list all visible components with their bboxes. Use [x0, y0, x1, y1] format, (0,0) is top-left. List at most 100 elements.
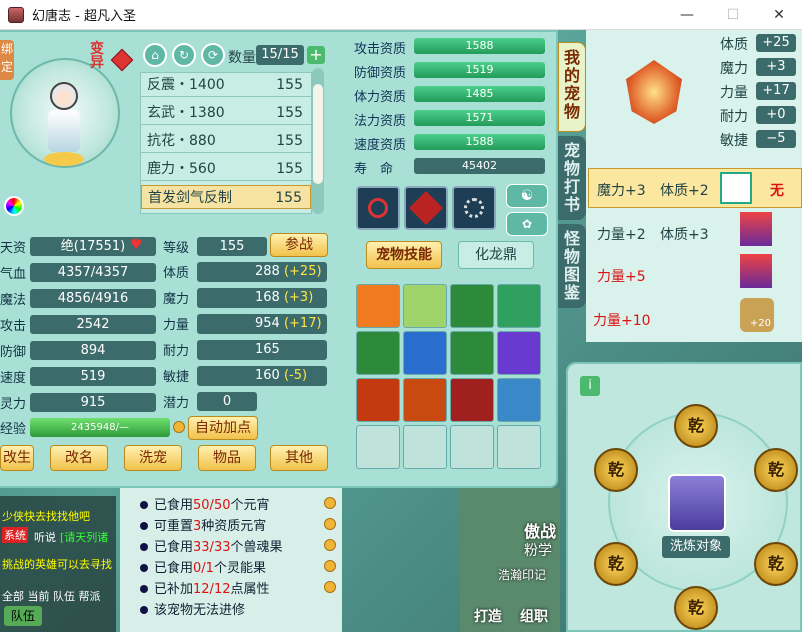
quality-defense: 防御资质 1519 — [354, 62, 546, 81]
pet-list: 反震・1400 155 玄武・1380 155 抗花・880 155 鹿力・560 15… — [140, 72, 312, 214]
chat-team-tab[interactable]: 队伍 — [4, 606, 42, 626]
tab-my-pet[interactable]: 我的宠物 — [558, 42, 586, 132]
wash-pet-button[interactable]: 洗宠 — [124, 445, 182, 471]
info-icon[interactable]: i — [580, 376, 600, 396]
tab-monster-guide[interactable]: 怪物图鉴 — [558, 224, 586, 308]
cycle-icon[interactable]: ⟳ — [201, 43, 225, 67]
quality-mana: 法力资质 1571 — [354, 110, 546, 129]
minimize-button[interactable]: — — [664, 0, 710, 30]
wash-stat-row: 耐力 +0 — [716, 106, 802, 126]
attr-qianli: 潜力 0 — [163, 392, 273, 412]
empty-skill-slot[interactable] — [356, 425, 400, 469]
attr-tizhi: 体质 288 (+25) — [163, 262, 333, 282]
other-button[interactable]: 其他 — [270, 445, 328, 471]
quality-hp: 体力资质 1485 — [354, 86, 546, 105]
skill-slot[interactable] — [497, 331, 541, 375]
skill-slot[interactable] — [356, 284, 400, 328]
rebirth-button[interactable]: 改生 — [0, 445, 34, 471]
scene-text: 傲战 — [524, 522, 557, 541]
coin-icon — [173, 421, 185, 433]
add-qty-button[interactable]: + — [307, 46, 325, 64]
pet-character-image — [40, 80, 88, 174]
list-item[interactable]: 反震・1400 155 — [141, 73, 311, 97]
tab-pet-skills[interactable]: 宠物技能 — [366, 241, 442, 269]
attr-moli: 魔力 168 (+3) — [163, 288, 333, 308]
skill-slot[interactable] — [497, 378, 541, 422]
equip-slot-chain[interactable] — [452, 186, 496, 230]
maximize-button[interactable]: ☐ — [710, 0, 756, 30]
wash-target-label: 洗炼对象 — [662, 536, 730, 558]
stat-sudu: 速度 519 — [0, 367, 160, 387]
slot-left-bottom[interactable]: 乾 — [594, 542, 638, 586]
skill-slot[interactable] — [450, 378, 494, 422]
stat-gongji: 攻击 2542 — [0, 315, 160, 335]
option-a: 力量+10 — [593, 313, 651, 329]
list-item[interactable]: 玄武・1380 155 — [141, 101, 311, 125]
option-icon — [740, 212, 772, 246]
window-titlebar: 幻唐志 - 超凡入圣 — ☐ ✕ — [0, 0, 802, 30]
items-button[interactable]: 物品 — [198, 445, 256, 471]
list-item[interactable]: 抗花・880 155 — [141, 129, 311, 153]
option-tag: 无 — [770, 183, 784, 199]
option-icon — [740, 254, 772, 288]
attr-minjie: 敏捷 160 (-5) — [163, 366, 333, 386]
scroll-thumb[interactable] — [313, 84, 323, 184]
tab-dragon-cauldron[interactable]: 化龙鼎 — [458, 241, 534, 269]
tab-pet-book[interactable]: 宠物打书 — [558, 136, 586, 220]
skill-slot[interactable] — [403, 331, 447, 375]
option-b: 体质+3 — [660, 227, 709, 243]
paw-icon[interactable]: ✿ — [506, 212, 548, 236]
equip-slot-necklace[interactable] — [356, 186, 400, 230]
yin-yang-icon[interactable]: ☯ — [506, 184, 548, 208]
list-item[interactable]: 鹿力・560 155 — [141, 157, 311, 181]
chat-tabs[interactable]: 全部 当前 队伍 帮派 — [2, 588, 101, 604]
option-a: 力量+2 — [597, 227, 646, 243]
join-battle-button[interactable]: 参战 — [270, 233, 328, 257]
skill-slot[interactable] — [403, 378, 447, 422]
qty-value: 15/15 — [256, 45, 304, 65]
craft-button[interactable]: 打造 — [474, 606, 502, 626]
app-icon — [8, 6, 24, 23]
skill-slot[interactable] — [497, 284, 541, 328]
lifespan: 寿 命 45402 — [354, 158, 546, 177]
stat-zizhi: 天资 绝(17551) — [0, 237, 156, 257]
info-panel — [120, 488, 342, 632]
skill-grid — [356, 284, 546, 470]
skill-slot[interactable] — [356, 378, 400, 422]
slot-right-bottom[interactable]: 乾 — [754, 542, 798, 586]
rename-button[interactable]: 改名 — [50, 445, 108, 471]
slot-top[interactable]: 乾 — [674, 404, 718, 448]
slot-left-top[interactable]: 乾 — [594, 448, 638, 492]
close-button[interactable]: ✕ — [756, 0, 802, 30]
empty-skill-slot[interactable] — [497, 425, 541, 469]
pet-avatar — [668, 474, 726, 532]
empty-skill-slot[interactable] — [450, 425, 494, 469]
heart-icon: ♥ — [130, 237, 143, 253]
stat-fangyu: 防御 894 — [0, 341, 160, 361]
equip-slot-armor[interactable] — [404, 186, 448, 230]
slot-right-top[interactable]: 乾 — [754, 448, 798, 492]
wash-stat-row: 敏捷 −5 — [716, 130, 802, 150]
attr-dengji: 等级 155 — [163, 237, 273, 257]
skill-slot[interactable] — [450, 331, 494, 375]
scene-text: 浩瀚印记 — [498, 568, 547, 582]
slot-bottom[interactable]: 乾 — [674, 586, 718, 630]
wash-stat-row: 体质 +25 — [716, 34, 802, 54]
color-wheel-icon[interactable] — [4, 196, 24, 216]
skill-slot[interactable] — [356, 331, 400, 375]
stat-mofa: 魔法 4856/4916 — [0, 289, 160, 309]
skill-slot[interactable] — [450, 284, 494, 328]
chat-system-badge: 系统 — [2, 527, 28, 543]
list-item-selected[interactable]: 首发剑气反制 155 — [141, 185, 311, 209]
wash-stats: 体质 +25 魔力 +3 力量 +17 耐力 +0 敏捷 −5 — [716, 34, 802, 154]
empty-skill-slot[interactable] — [403, 425, 447, 469]
team-button[interactable]: 组职 — [520, 606, 548, 626]
refresh-icon[interactable]: ↻ — [172, 43, 196, 67]
skill-slot[interactable] — [403, 284, 447, 328]
home-icon[interactable]: ⌂ — [143, 43, 167, 67]
option-a: 魔力+3 — [597, 183, 646, 199]
chat-line: 挑战的英雄可以去寻找 — [2, 558, 112, 571]
bound-badge: 绑定 — [0, 40, 14, 80]
option-icon — [720, 172, 752, 204]
auto-add-points-button[interactable]: 自动加点 — [188, 416, 258, 440]
